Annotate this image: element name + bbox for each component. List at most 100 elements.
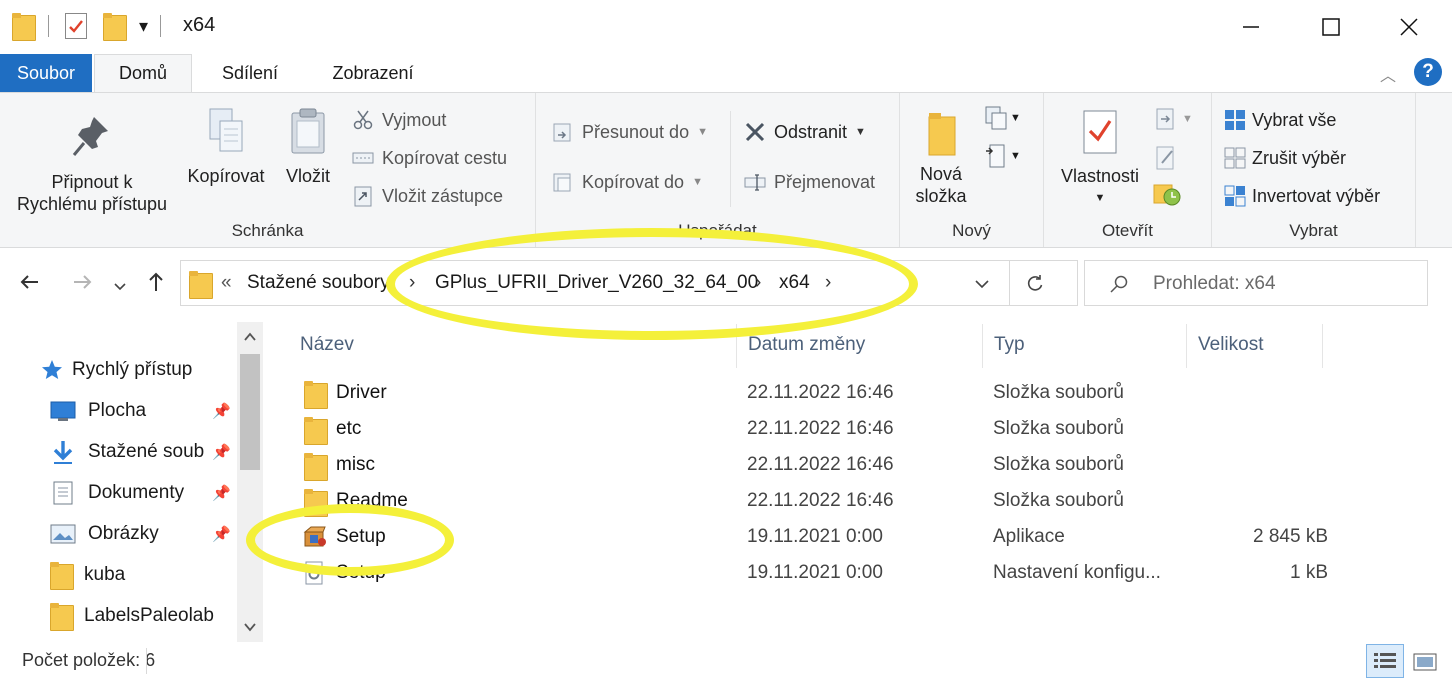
back-button[interactable]	[18, 270, 42, 301]
pin-icon[interactable]: 📌	[212, 443, 231, 461]
nav-quick-access-label: Rychlý přístup	[72, 359, 193, 380]
move-to-label: Přesunout do	[582, 121, 690, 142]
new-item-button[interactable]: ▼	[984, 105, 1021, 131]
file-row[interactable]: misc 22.11.2022 16:46 Složka souborů	[298, 448, 1328, 482]
breadcrumb-separator[interactable]: ›	[825, 272, 831, 294]
paste-button[interactable]: Vložit	[274, 107, 342, 187]
forward-button[interactable]	[70, 270, 94, 301]
new-item-chevron-icon: ▼	[1010, 112, 1021, 124]
scroll-down-icon[interactable]	[243, 620, 257, 638]
breadcrumb-downloads[interactable]: Stažené soubory	[247, 272, 390, 294]
breadcrumb-overflow[interactable]: «	[221, 272, 232, 294]
move-to-button[interactable]: Přesunout do ▼	[552, 121, 708, 143]
properties-check-icon[interactable]	[65, 13, 87, 39]
properties-button[interactable]: Vlastnosti ▼	[1048, 107, 1152, 209]
tab-view[interactable]: Zobrazení	[318, 54, 428, 92]
scissors-icon	[353, 110, 373, 130]
address-folder-icon	[189, 271, 213, 299]
file-name: Readme	[336, 490, 408, 511]
edit-button[interactable]	[1154, 145, 1178, 176]
new-folder-button[interactable]: Nová složka	[906, 111, 976, 207]
file-row[interactable]: Setup 19.11.2021 0:00 Aplikace 2 845 kB	[298, 520, 1328, 554]
breadcrumb-x64[interactable]: x64	[779, 272, 810, 294]
select-none-button[interactable]: Zrušit výběr	[1224, 147, 1346, 169]
column-separator[interactable]	[982, 324, 983, 368]
search-box[interactable]: Prohledat: x64	[1084, 260, 1428, 306]
file-row[interactable]: Driver 22.11.2022 16:46 Složka souborů	[298, 376, 1328, 410]
column-separator[interactable]	[1322, 324, 1323, 368]
column-header-date[interactable]: Datum změny	[748, 334, 865, 356]
copy-button[interactable]: Kopírovat	[182, 107, 270, 187]
breadcrumb-driver-folder[interactable]: GPlus_UFRII_Driver_V260_32_64_00	[435, 272, 758, 294]
copy-path-button[interactable]: Kopírovat cestu	[352, 147, 507, 169]
tab-share[interactable]: Sdílení	[210, 54, 290, 92]
properties-icon	[1083, 110, 1117, 154]
column-header-size[interactable]: Velikost	[1198, 334, 1263, 356]
nav-scrollbar[interactable]	[237, 322, 263, 642]
organize-divider	[730, 111, 731, 207]
nav-quick-access[interactable]: Rychlý přístup	[40, 354, 192, 386]
file-row[interactable]: Readme 22.11.2022 16:46 Složka souborů	[298, 484, 1328, 518]
nav-item-label: Plocha	[88, 400, 147, 421]
breadcrumb-separator[interactable]: ›	[755, 272, 761, 294]
column-separator[interactable]	[736, 324, 737, 368]
collapse-ribbon-icon[interactable]: ︿	[1380, 62, 1396, 86]
large-icons-view-button[interactable]	[1410, 648, 1440, 676]
open-chevron-icon: ▼	[1182, 113, 1193, 125]
minimize-button[interactable]	[1216, 0, 1286, 54]
refresh-button[interactable]	[1025, 273, 1045, 298]
delete-label: Odstranit	[774, 121, 848, 142]
scroll-up-icon[interactable]	[243, 330, 257, 348]
address-bar[interactable]: « Stažené soubory › GPlus_UFRII_Driver_V…	[180, 260, 1078, 306]
cut-button[interactable]: Vyjmout	[352, 109, 446, 131]
refresh-icon	[1027, 275, 1043, 291]
address-history-button[interactable]	[973, 275, 991, 298]
nav-item-labelspaleolab[interactable]: LabelsPaleolab	[50, 600, 214, 632]
nav-item-downloads[interactable]: Stažené soub	[50, 436, 204, 468]
qat-dropdown-icon[interactable]: ▾	[139, 16, 148, 37]
pin-icon[interactable]: 📌	[212, 484, 231, 502]
search-icon	[1110, 275, 1128, 293]
file-type: Složka souborů	[993, 454, 1124, 475]
up-button[interactable]	[144, 270, 168, 301]
new-item-icon	[985, 106, 1007, 130]
recent-locations-button[interactable]	[112, 274, 128, 302]
file-date: 22.11.2022 16:46	[747, 454, 894, 475]
scroll-thumb[interactable]	[240, 354, 260, 470]
file-row[interactable]: Setup 19.11.2021 0:00 Nastavení konfigu.…	[298, 556, 1328, 590]
select-all-button[interactable]: Vybrat vše	[1224, 109, 1336, 131]
nav-item-kuba[interactable]: kuba	[50, 559, 125, 591]
close-button[interactable]	[1374, 0, 1444, 54]
tab-home[interactable]: Domů	[94, 54, 192, 92]
column-separator[interactable]	[1186, 324, 1187, 368]
open-dropdown-button[interactable]: ▼	[1154, 107, 1193, 131]
forward-arrow-icon	[74, 275, 92, 289]
breadcrumb-separator[interactable]: ›	[409, 272, 415, 294]
pin-icon[interactable]: 📌	[212, 525, 231, 543]
nav-item-desktop[interactable]: Plocha	[50, 395, 146, 427]
new-folder-label-line1: Nová	[919, 164, 963, 184]
file-row[interactable]: etc 22.11.2022 16:46 Složka souborů	[298, 412, 1328, 446]
easy-access-button[interactable]: ▼	[984, 143, 1021, 169]
history-button[interactable]	[1152, 181, 1182, 212]
delete-button[interactable]: Odstranit ▼	[744, 121, 866, 143]
nav-item-documents[interactable]: Dokumenty	[50, 477, 184, 509]
column-header-name[interactable]: Název	[300, 334, 354, 356]
rename-button[interactable]: Přejmenovat	[744, 171, 875, 193]
invert-selection-button[interactable]: Invertovat výběr	[1224, 185, 1380, 207]
pin-quick-access-button[interactable]: Připnout k Rychlému přístupu	[4, 113, 180, 215]
column-header-type[interactable]: Typ	[994, 334, 1025, 356]
new-folder-quick-icon[interactable]	[103, 13, 127, 41]
organize-group-label: Uspořádat	[678, 221, 757, 240]
paste-shortcut-button[interactable]: Vložit zástupce	[352, 185, 503, 207]
pin-icon[interactable]: 📌	[212, 402, 231, 420]
copy-to-button[interactable]: Kopírovat do ▼	[552, 171, 703, 193]
copy-to-chevron-icon: ▼	[692, 176, 703, 188]
maximize-button[interactable]	[1296, 0, 1366, 54]
help-icon[interactable]: ?	[1414, 58, 1442, 86]
folder-icon	[50, 562, 74, 590]
nav-item-pictures[interactable]: Obrázky	[50, 518, 159, 550]
clipboard-group: Připnout k Rychlému přístupu Kopírovat V…	[0, 93, 536, 247]
details-view-button[interactable]	[1366, 644, 1404, 678]
tab-file[interactable]: Soubor	[0, 54, 92, 92]
